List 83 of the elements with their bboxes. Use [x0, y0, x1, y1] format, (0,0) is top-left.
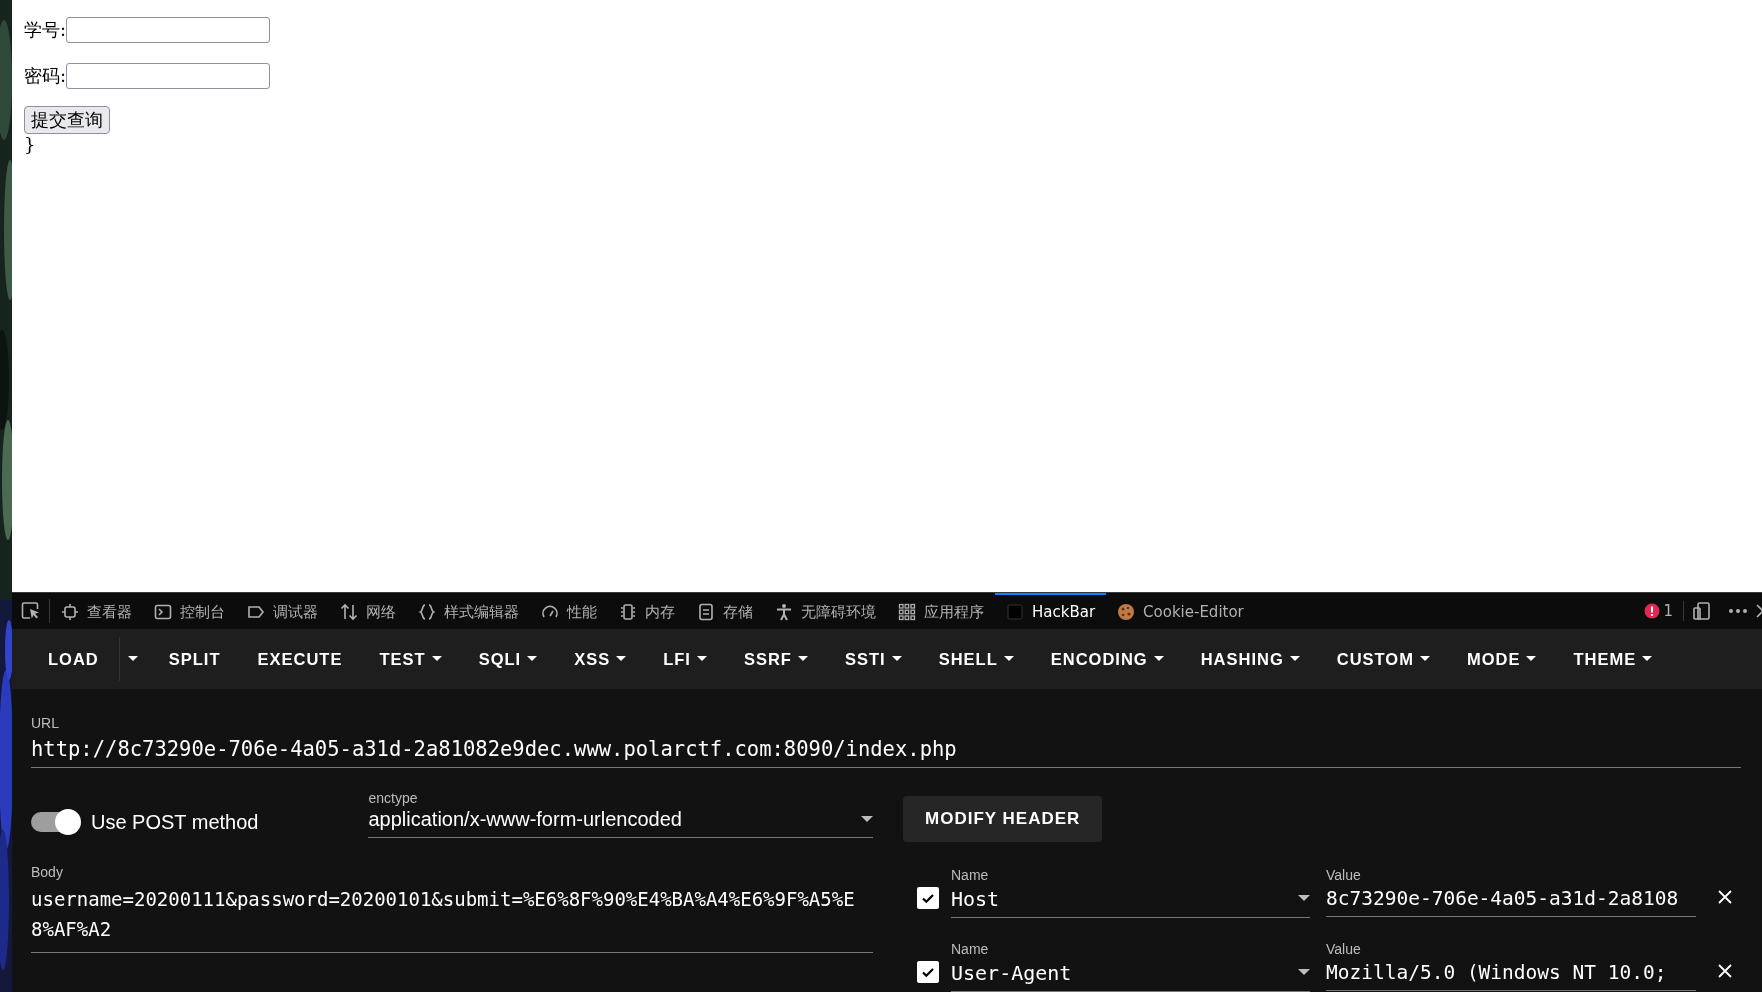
menu-button[interactable]: EXECUTE: [234, 629, 357, 689]
field-label: Name: [951, 866, 990, 883]
cookie-icon: [1117, 603, 1136, 621]
document-icon: [697, 603, 715, 621]
select-field[interactable]: Host: [951, 884, 1310, 918]
devtools-tab[interactable]: 网络: [329, 593, 407, 629]
input-field[interactable]: Mozilla/5.0 (Windows NT 10.0;: [1326, 959, 1696, 991]
menu-button[interactable]: MODE: [1443, 629, 1551, 689]
menu-button[interactable]: ENCODING: [1027, 629, 1178, 689]
menu-button[interactable]: LOAD: [24, 629, 119, 689]
caret-icon: [527, 656, 538, 662]
caret-icon: [1419, 656, 1430, 662]
caret-icon: [1298, 969, 1310, 976]
square-icon: [1006, 603, 1024, 621]
menu-button[interactable]: SPLIT: [145, 629, 235, 689]
menu-button[interactable]: SSTI: [821, 629, 916, 689]
caret-icon: [616, 656, 627, 662]
responsive-icon[interactable]: [1692, 601, 1712, 621]
modify-header-button[interactable]: MODIFY HEADER: [903, 796, 1103, 842]
menu-button[interactable]: CUSTOM: [1313, 629, 1444, 689]
chip-icon: [619, 603, 637, 621]
error-count: 1: [1663, 602, 1673, 620]
checkbox[interactable]: [917, 961, 939, 983]
caret-icon: [1642, 656, 1653, 662]
devtools-tab[interactable]: 性能: [530, 593, 608, 629]
menu-button[interactable]: SSRF: [720, 629, 822, 689]
braces-icon: [418, 603, 436, 621]
menu-button[interactable]: SQLI: [455, 629, 552, 689]
toggle-switch[interactable]: [31, 812, 79, 832]
field-label: Name: [951, 940, 990, 957]
field-label: Value: [1326, 941, 1362, 957]
devtools-tab[interactable]: Cookie-Editor: [1106, 593, 1255, 629]
menu-button[interactable]: XSS: [551, 629, 641, 689]
devtools-tab[interactable]: 调试器: [236, 593, 329, 629]
caret-icon: [861, 816, 873, 823]
input-field[interactable]: 8c73290e-706e-4a05-a31d-2a8108: [1326, 885, 1696, 917]
field-label: Body: [31, 864, 64, 880]
field-label: Value: [1326, 867, 1362, 883]
menu-button[interactable]: SHELL: [915, 629, 1028, 689]
field-label: URL: [31, 715, 60, 731]
field-label: 学号:: [24, 18, 67, 42]
caret-icon: [696, 656, 707, 662]
menu-button[interactable]: HASHING: [1177, 629, 1314, 689]
caret-icon: [431, 656, 442, 662]
input-field[interactable]: [66, 17, 271, 43]
caret-icon: [797, 656, 808, 662]
devtools-tab[interactable]: 内存: [608, 593, 686, 629]
select-field[interactable]: application/x-www-form-urlencoded: [368, 806, 873, 838]
field-label: enctype: [368, 790, 419, 806]
frame-icon: [61, 603, 79, 621]
url-field[interactable]: http://8c73290e-706e-4a05-a31d-2a81082e9dec.www.polarctf.com:8090/index.php: [31, 737, 957, 761]
caret-icon: [1153, 656, 1164, 662]
menu-button[interactable]: THEME: [1550, 629, 1667, 689]
arrows-icon: [340, 603, 358, 621]
menu-button[interactable]: TEST: [356, 629, 456, 689]
caret-icon: [1526, 656, 1537, 662]
tag-icon: [247, 603, 265, 621]
body-field[interactable]: username=20200111&password=20200101&submit=%E6%8F%90%E4%BA%A4%E6%9F%A5%E8%AF%A2: [31, 884, 857, 944]
devtools-tab[interactable]: 样式编辑器: [407, 593, 530, 629]
checkbox[interactable]: [917, 887, 939, 909]
error-icon: [1644, 603, 1661, 619]
person-icon: [775, 603, 793, 621]
caret-icon: [891, 656, 902, 662]
caret-icon: [1003, 656, 1014, 662]
select-field[interactable]: User-Agent: [951, 958, 1310, 992]
devtools-tab[interactable]: 无障碍环境: [764, 593, 887, 629]
brace-text: }: [24, 134, 34, 156]
close-icon[interactable]: [1756, 604, 1762, 618]
pointer-icon[interactable]: [21, 601, 41, 621]
devtools-tab[interactable]: 控制台: [143, 593, 236, 629]
menu-button[interactable]: LFI: [640, 629, 721, 689]
input-field[interactable]: [66, 63, 271, 89]
terminal-icon: [154, 603, 172, 621]
caret-icon: [1298, 895, 1310, 902]
grid-icon: [898, 603, 916, 621]
caret-icon: [1289, 656, 1300, 662]
field-label: 密码:: [24, 64, 67, 88]
caret-icon: [127, 656, 138, 662]
devtools-tab[interactable]: 应用程序: [887, 593, 995, 629]
submit-button[interactable]: 提交查询: [24, 106, 110, 134]
toggle-label: Use POST method: [91, 810, 259, 834]
devtools-tab[interactable]: 查看器: [50, 593, 143, 629]
devtools-tab[interactable]: 存储: [686, 593, 764, 629]
